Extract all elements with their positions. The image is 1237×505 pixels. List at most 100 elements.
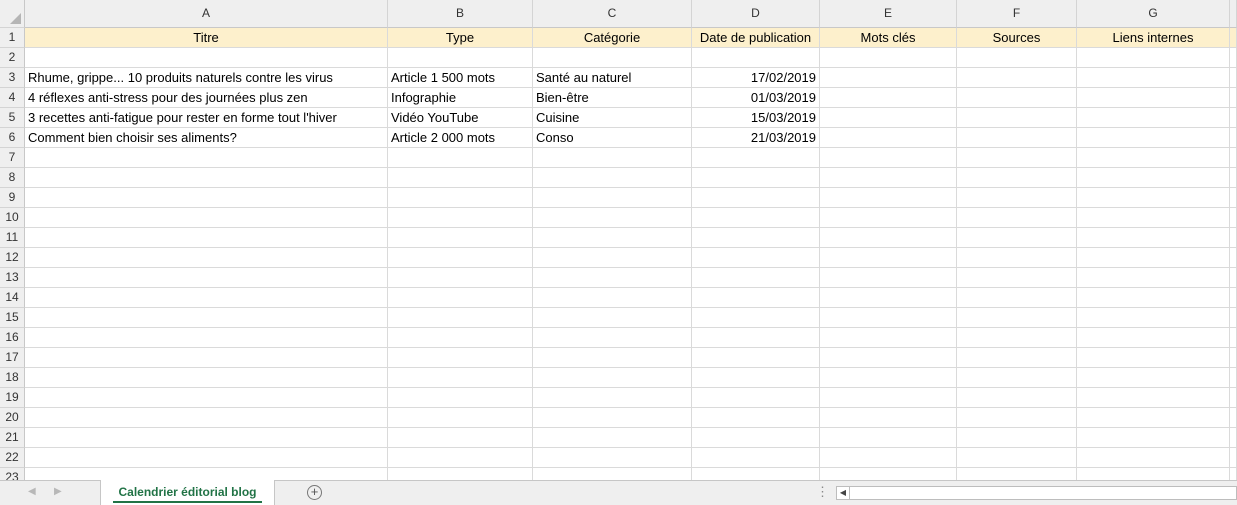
row-header[interactable]: 17 <box>0 348 25 368</box>
cell-h16[interactable] <box>1230 328 1237 348</box>
sheet-tab-calendrier[interactable]: Calendrier éditorial blog <box>100 480 275 505</box>
cell-c18[interactable] <box>533 368 692 388</box>
cell-c23[interactable] <box>533 468 692 480</box>
cell-a17[interactable] <box>25 348 388 368</box>
cell-a9[interactable] <box>25 188 388 208</box>
cell-f20[interactable] <box>957 408 1077 428</box>
cell-d22[interactable] <box>692 448 820 468</box>
cell-c9[interactable] <box>533 188 692 208</box>
cell-c2[interactable] <box>533 48 692 68</box>
cell-f21[interactable] <box>957 428 1077 448</box>
cell-b14[interactable] <box>388 288 533 308</box>
cell-e7[interactable] <box>820 148 957 168</box>
cell-e22[interactable] <box>820 448 957 468</box>
cell-g9[interactable] <box>1077 188 1230 208</box>
cell-e13[interactable] <box>820 268 957 288</box>
cell-d15[interactable] <box>692 308 820 328</box>
cell-b9[interactable] <box>388 188 533 208</box>
cell-g2[interactable] <box>1077 48 1230 68</box>
cell-d6[interactable]: 21/03/2019 <box>692 128 820 148</box>
cell-c14[interactable] <box>533 288 692 308</box>
cell-e10[interactable] <box>820 208 957 228</box>
cell-h4[interactable] <box>1230 88 1237 108</box>
row-header[interactable]: 1 <box>0 28 25 48</box>
cell-a1[interactable]: Titre <box>25 28 388 48</box>
add-sheet-icon[interactable]: + <box>307 485 322 500</box>
cell-a4[interactable]: 4 réflexes anti-stress pour des journées… <box>25 88 388 108</box>
cell-f4[interactable] <box>957 88 1077 108</box>
cell-f8[interactable] <box>957 168 1077 188</box>
next-sheet-icon[interactable]: ▶ <box>54 486 62 497</box>
cell-f15[interactable] <box>957 308 1077 328</box>
cell-a13[interactable] <box>25 268 388 288</box>
cell-e14[interactable] <box>820 288 957 308</box>
cell-b2[interactable] <box>388 48 533 68</box>
cell-c1[interactable]: Catégorie <box>533 28 692 48</box>
cell-d12[interactable] <box>692 248 820 268</box>
cell-h10[interactable] <box>1230 208 1237 228</box>
cell-g5[interactable] <box>1077 108 1230 128</box>
cell-h20[interactable] <box>1230 408 1237 428</box>
cell-c10[interactable] <box>533 208 692 228</box>
cell-h23[interactable] <box>1230 468 1237 480</box>
row-header[interactable]: 12 <box>0 248 25 268</box>
cell-b13[interactable] <box>388 268 533 288</box>
cell-g4[interactable] <box>1077 88 1230 108</box>
cell-e21[interactable] <box>820 428 957 448</box>
cell-b23[interactable] <box>388 468 533 480</box>
cell-c12[interactable] <box>533 248 692 268</box>
column-header-c[interactable]: C <box>533 0 692 28</box>
cell-f17[interactable] <box>957 348 1077 368</box>
cell-e8[interactable] <box>820 168 957 188</box>
cell-b10[interactable] <box>388 208 533 228</box>
row-header[interactable]: 2 <box>0 48 25 68</box>
row-header[interactable]: 5 <box>0 108 25 128</box>
cell-b11[interactable] <box>388 228 533 248</box>
cell-f19[interactable] <box>957 388 1077 408</box>
cell-e11[interactable] <box>820 228 957 248</box>
cell-f2[interactable] <box>957 48 1077 68</box>
column-header-g[interactable]: G <box>1077 0 1230 28</box>
row-header[interactable]: 15 <box>0 308 25 328</box>
cell-a12[interactable] <box>25 248 388 268</box>
cell-f13[interactable] <box>957 268 1077 288</box>
cell-b22[interactable] <box>388 448 533 468</box>
cell-c20[interactable] <box>533 408 692 428</box>
cell-a16[interactable] <box>25 328 388 348</box>
cell-g20[interactable] <box>1077 408 1230 428</box>
cell-c16[interactable] <box>533 328 692 348</box>
row-header[interactable]: 11 <box>0 228 25 248</box>
cell-h9[interactable] <box>1230 188 1237 208</box>
cell-f14[interactable] <box>957 288 1077 308</box>
cell-c8[interactable] <box>533 168 692 188</box>
select-all-corner[interactable] <box>0 0 25 28</box>
cell-f18[interactable] <box>957 368 1077 388</box>
prev-sheet-icon[interactable]: ◀ <box>28 486 36 497</box>
cell-c17[interactable] <box>533 348 692 368</box>
column-header-e[interactable]: E <box>820 0 957 28</box>
cell-d8[interactable] <box>692 168 820 188</box>
cell-h2[interactable] <box>1230 48 1237 68</box>
cell-h1[interactable] <box>1230 28 1237 48</box>
cell-d17[interactable] <box>692 348 820 368</box>
row-header[interactable]: 4 <box>0 88 25 108</box>
row-header[interactable]: 7 <box>0 148 25 168</box>
cell-h22[interactable] <box>1230 448 1237 468</box>
cell-a18[interactable] <box>25 368 388 388</box>
cell-g15[interactable] <box>1077 308 1230 328</box>
cell-b17[interactable] <box>388 348 533 368</box>
row-header[interactable]: 13 <box>0 268 25 288</box>
cell-d13[interactable] <box>692 268 820 288</box>
cell-b18[interactable] <box>388 368 533 388</box>
cell-d10[interactable] <box>692 208 820 228</box>
row-header[interactable]: 14 <box>0 288 25 308</box>
cell-e3[interactable] <box>820 68 957 88</box>
cell-h14[interactable] <box>1230 288 1237 308</box>
cell-e5[interactable] <box>820 108 957 128</box>
cell-a2[interactable] <box>25 48 388 68</box>
cell-h8[interactable] <box>1230 168 1237 188</box>
cell-c4[interactable]: Bien-être <box>533 88 692 108</box>
cell-a5[interactable]: 3 recettes anti-fatigue pour rester en f… <box>25 108 388 128</box>
cell-d11[interactable] <box>692 228 820 248</box>
cell-h7[interactable] <box>1230 148 1237 168</box>
